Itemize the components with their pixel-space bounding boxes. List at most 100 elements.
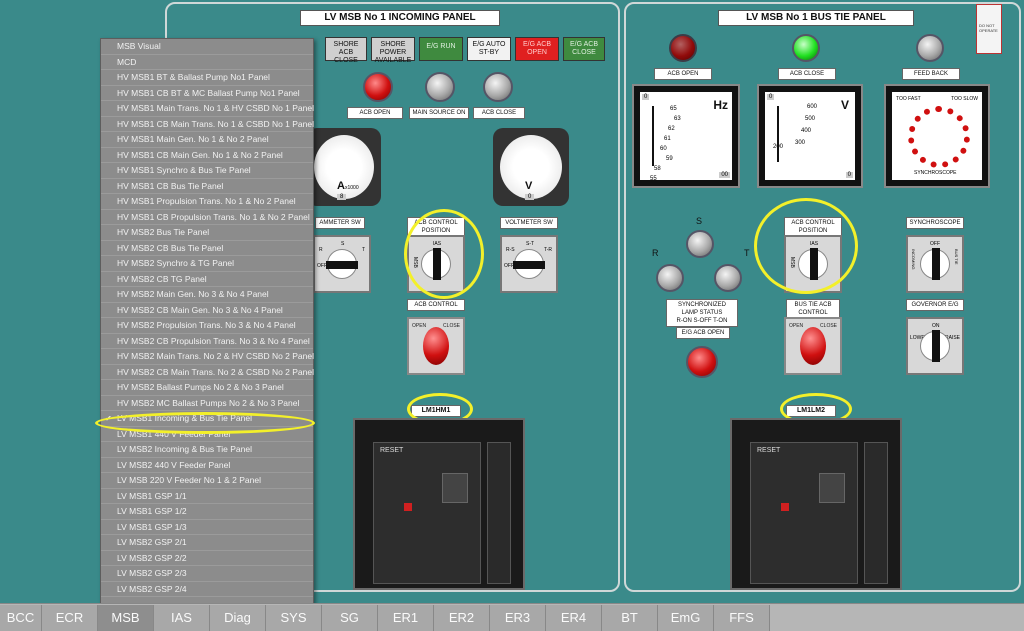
menu-item[interactable]: HV MSB2 CB TG Panel <box>101 272 313 287</box>
menu-item-label: HV MSB2 CB TG Panel <box>117 273 207 284</box>
shore-power-available-indicator[interactable]: SHORE POWER AVAILABLE <box>371 37 415 64</box>
menu-item[interactable]: HV MSB2 Main Trans. No 2 & HV CSBD No 2 … <box>101 349 314 365</box>
taskbar-tab-er2[interactable]: ER2 <box>434 605 490 631</box>
taskbar-tab-ias[interactable]: IAS <box>154 605 210 631</box>
taskbar-tab-msb[interactable]: MSB <box>98 605 154 631</box>
menu-item-label: HV MSB1 CB Main Gen. No 1 & No 2 Panel <box>117 149 283 160</box>
bus-tie-acb-open-close-button[interactable]: OPEN CLOSE <box>784 317 842 375</box>
ammeter-selector-switch[interactable]: R S T OFF <box>313 235 371 293</box>
governor-pos-on: ON <box>932 323 940 329</box>
eg-acb-close-indicator[interactable]: E/G ACB CLOSE <box>563 37 605 61</box>
ammeter-sw-pos-s: S <box>341 241 345 247</box>
voltmeter-selector-switch[interactable]: R-S S-T T-R OFF <box>500 235 558 293</box>
menu-item[interactable]: LV MSB1 GSP 1/3 <box>101 520 313 535</box>
menu-item[interactable]: HV MSB2 CB Main Trans. No 2 & CSBD No 2 … <box>101 365 314 380</box>
bt-acb-open-label: ACB OPEN <box>654 68 712 80</box>
taskbar-tab-bcc[interactable]: BCC <box>0 605 42 631</box>
taskbar-tab-er4[interactable]: ER4 <box>546 605 602 631</box>
menu-item[interactable]: HV MSB2 Bus Tie Panel <box>101 225 313 241</box>
bt-acb-close-label: ACB CLOSE <box>778 68 836 80</box>
warning-tag-icon: DO NOT OPERATE <box>976 4 1002 54</box>
menu-item[interactable]: HV MSB2 Synchro & TG Panel <box>101 256 313 272</box>
menu-item[interactable]: MCD <box>101 55 313 70</box>
eg-acb-open-lamp <box>686 346 718 378</box>
taskbar-tab-bt[interactable]: BT <box>602 605 658 631</box>
menu-item[interactable]: HV MSB1 CB Main Gen. No 1 & No 2 Panel <box>101 148 313 163</box>
menu-item[interactable]: LV MSB1 GSP 1/1 <box>101 489 313 504</box>
taskbar-tab-ffs[interactable]: FFS <box>714 605 770 631</box>
menu-item[interactable]: MSB Visual <box>101 39 313 55</box>
synchroscope-selector-switch[interactable]: OFF INCOMING BUS TIE <box>906 235 964 293</box>
ammeter-sw-pos-r: R <box>319 247 323 253</box>
ammeter-multiplier: x1000 <box>345 185 359 191</box>
sync-lamp-r-label: R <box>652 248 659 258</box>
menu-item[interactable]: LV MSB2 GSP 2/4 <box>101 582 313 597</box>
menu-item[interactable]: LV MSB 220 V Feeder No 1 & 2 Panel <box>101 473 313 489</box>
menu-item[interactable]: HV MSB1 Main Trans. No 1 & HV CSBD No 1 … <box>101 101 314 117</box>
msb-panel-menu: MSB Visual MCD HV MSB1 BT & Ballast Pump N… <box>100 38 314 604</box>
menu-item[interactable]: HV MSB2 Ballast Pumps No 2 & No 3 Panel <box>101 380 313 396</box>
air-circuit-breaker[interactable]: RESET <box>353 418 525 590</box>
menu-item[interactable]: LV MSB2 GSP 2/2 <box>101 551 313 566</box>
menu-item-label: LV MSB2 440 V Feeder Panel <box>117 459 231 470</box>
menu-item[interactable]: LV MSB2 GSP 2/1 <box>101 535 313 551</box>
governor-eg-switch[interactable]: LOWER ON RAISE <box>906 317 964 375</box>
taskbar-tab-diag[interactable]: Diag <box>210 605 266 631</box>
menu-item[interactable]: HV MSB1 Synchro & Bus Tie Panel <box>101 163 313 179</box>
menu-item[interactable]: LV MSB2 Incoming & Bus Tie Panel <box>101 442 313 458</box>
taskbar-tab-er3[interactable]: ER3 <box>490 605 546 631</box>
menu-item-label: HV MSB1 BT & Ballast Pump No1 Panel <box>117 72 270 82</box>
reset-label: RESET <box>757 447 781 454</box>
hz-tick: 55 <box>650 176 657 182</box>
menu-item[interactable]: HV MSB1 BT & Ballast Pump No1 Panel <box>101 70 313 86</box>
frequency-meter: Hz 65 63 62 61 60 59 58 55 0 00 <box>632 84 740 188</box>
menu-item-label: HV MSB2 Main Trans. No 2 & HV CSBD No 2 … <box>117 351 314 361</box>
v-tick: 400 <box>801 128 812 134</box>
menu-item[interactable]: HV MSB1 CB Main Trans. No 1 & CSBD No 1 … <box>101 117 314 132</box>
menu-item[interactable]: HV MSB1 CB BT & MC Ballast Pump No1 Pane… <box>101 86 313 101</box>
taskbar-tab-er1[interactable]: ER1 <box>378 605 434 631</box>
v-tick: 300 <box>795 140 806 146</box>
taskbar-tab-sys[interactable]: SYS <box>266 605 322 631</box>
menu-item[interactable]: HV MSB2 CB Main Gen. No 3 & No 4 Panel <box>101 303 313 318</box>
sync-lamp-t <box>714 264 742 292</box>
hz-tick: 63 <box>674 116 681 122</box>
ammeter: A x1000 8 <box>307 128 381 206</box>
sync-lamp-s-label: S <box>696 216 703 226</box>
menu-item[interactable]: HV MSB1 Propulsion Trans. No 1 & No 2 Pa… <box>101 194 313 210</box>
too-fast-label: TOO FAST <box>896 96 921 102</box>
acb-open-close-button[interactable]: OPEN CLOSE <box>407 317 465 375</box>
menu-item[interactable]: HV MSB2 Main Gen. No 3 & No 4 Panel <box>101 287 313 303</box>
menu-item[interactable]: HV MSB1 CB Propulsion Trans. No 1 & No 2… <box>101 210 313 225</box>
eg-run-indicator[interactable]: E/G RUN <box>419 37 463 61</box>
bus-tie-acb-control-label: BUS TIE ACB CONTROL <box>786 299 840 319</box>
taskbar-tab-ecr[interactable]: ECR <box>42 605 98 631</box>
menu-item[interactable]: HV MSB2 CB Propulsion Trans. No 3 & No 4… <box>101 334 313 349</box>
menu-item[interactable]: HV MSB2 MC Ballast Pumps No 2 & No 3 Pan… <box>101 396 313 411</box>
menu-item[interactable]: HV MSB2 CB Bus Tie Panel <box>101 241 313 256</box>
bus-tie-air-circuit-breaker[interactable]: RESET <box>730 418 902 590</box>
eg-auto-standby-indicator[interactable]: E/G AUTO ST-BY <box>467 37 511 61</box>
menu-item-label: HV MSB1 CB Propulsion Trans. No 1 & No 2… <box>117 211 310 222</box>
menu-item[interactable]: LV MSB2 GSP 2/3 <box>101 566 313 582</box>
menu-item[interactable]: HV MSB1 Main Gen. No 1 & No 2 Panel <box>101 132 313 148</box>
menu-item[interactable]: HV MSB2 Propulsion Trans. No 3 & No 4 Pa… <box>101 318 313 334</box>
taskbar-tab-emg[interactable]: EmG <box>658 605 714 631</box>
ammeter-reading: 8 <box>337 194 347 200</box>
menu-item[interactable]: LV MSB1 GSP 1/2 <box>101 504 313 520</box>
hz-tick: 65 <box>670 106 677 112</box>
shore-acb-close-indicator[interactable]: SHORE ACB CLOSE <box>325 37 367 64</box>
menu-item-label: LV MSB2 GSP 2/2 <box>117 552 187 563</box>
acb-close-lamp <box>483 72 513 102</box>
synchroscope-label: SYNCHROSCOPE <box>914 170 957 176</box>
reset-label: RESET <box>380 447 404 454</box>
eg-acb-open-indicator[interactable]: E/G ACB OPEN <box>515 37 559 61</box>
highlight-circle <box>754 198 858 294</box>
menu-item[interactable]: HV MSB1 CB Bus Tie Panel <box>101 179 313 194</box>
panel-title: LV MSB No 1 BUS TIE PANEL <box>718 10 914 26</box>
menu-item-label: HV MSB2 Ballast Pumps No 2 & No 3 Panel <box>117 382 284 392</box>
menu-item-label: LV MSB1 GSP 1/3 <box>117 521 187 532</box>
taskbar-tab-sg[interactable]: SG <box>322 605 378 631</box>
menu-item[interactable]: LV MSB2 440 V Feeder Panel <box>101 458 313 473</box>
menu-item-label: HV MSB2 CB Main Trans. No 2 & CSBD No 2 … <box>117 366 314 377</box>
